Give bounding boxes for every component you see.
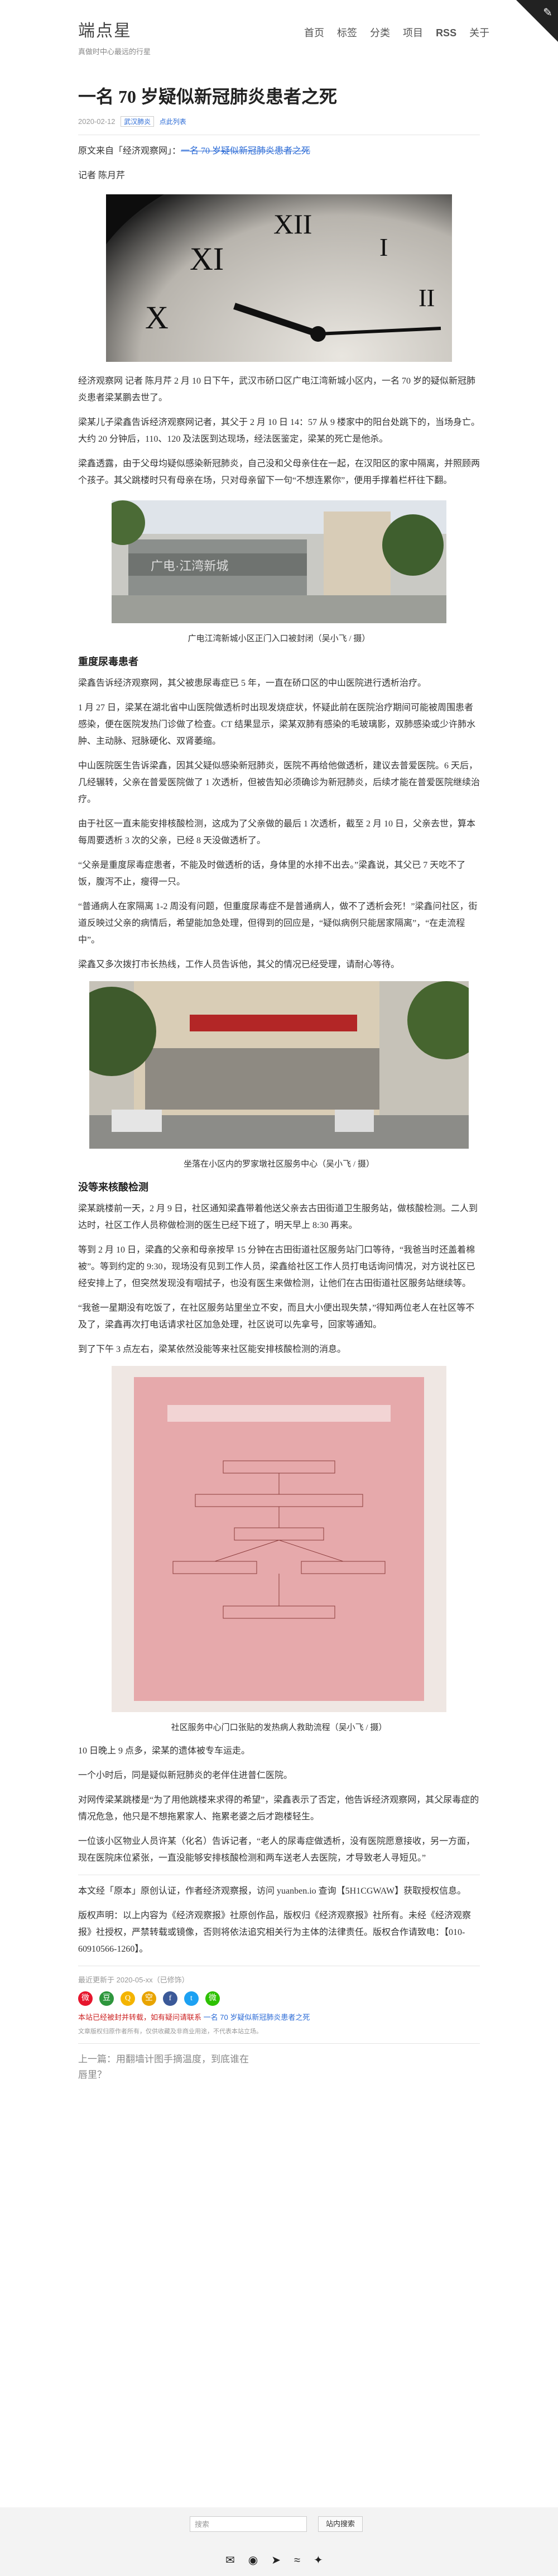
social-links: ✉ ◉ ➤ ≈ ✦ [219, 2553, 330, 2567]
prev-post-link[interactable]: 上一篇：用翻墙计图手摘温度，到底谁在唇里？ [78, 2052, 257, 2083]
community-center-photo [89, 981, 469, 1149]
article-paragraph: 一个小时后，同是疑似新冠肺炎的老伴住进普仁医院。 [78, 1771, 293, 1780]
article-paragraph: 等到 2 月 10 日，梁鑫的父亲和母亲按早 15 分钟在古田街道社区服务站门口… [78, 1245, 475, 1288]
article-paragraph: 经济观察网 记者 陈月芹 2 月 10 日下午，武汉市硚口区广电江湾新城小区内，… [78, 376, 476, 403]
post-date: 2020-02-12 [78, 117, 116, 126]
svg-text:广电·江湾新城: 广电·江湾新城 [151, 559, 228, 573]
article-paragraph: “普通病人在家隔离 1-2 周没有问题，但重度尿毒症不是普通病人，做不了透析会死… [78, 902, 478, 945]
nav-about[interactable]: 关于 [469, 27, 489, 39]
nav-rss[interactable]: RSS [436, 27, 456, 39]
douban-share-icon[interactable]: 豆 [99, 1991, 114, 2006]
search-button[interactable]: 站内搜索 [318, 2516, 363, 2532]
residential-gate-photo: 广电·江湾新城 [112, 500, 446, 623]
small-note: 文章版权归原作者所有，仅供收藏及非商业用途，不代表本站立场。 [78, 2028, 262, 2035]
share-bar: 微 豆 Q 空 f t 微 [78, 1991, 480, 2006]
author-line: 记者 陈月芹 [78, 171, 126, 180]
image-caption: 坐落在小区内的罗家墩社区服务中心（吴小飞 / 摄） [184, 1160, 374, 1169]
article-paragraph: 到了下午 3 点左右，梁某依然没能等来社区能安排核酸检测的消息。 [78, 1345, 347, 1354]
article-paragraph: “我爸一星期没有吃饭了，在社区服务站里坐立不安，而且大小便出现失禁，”得知两位老… [78, 1303, 475, 1330]
twitter-share-icon[interactable]: t [184, 1991, 199, 2006]
search-input[interactable]: 搜索 [190, 2516, 307, 2532]
article-paragraph: 梁某跳楼前一天，2 月 9 日，社区通知梁鑫带着他送父亲去古田街道卫生服务站，做… [78, 1204, 478, 1230]
twitter-icon[interactable]: ✦ [314, 2554, 323, 2567]
telegram-icon[interactable]: ➤ [271, 2554, 281, 2567]
share-note: 本站已经被封并转载，如有疑问请联系 一名 70 岁疑似新冠肺炎患者之死 [78, 2013, 310, 2021]
nav-projects[interactable]: 项目 [403, 27, 423, 39]
qq-share-icon[interactable]: Q [121, 1991, 135, 2006]
article-paragraph: 梁鑫告诉经济观察网，其父被患尿毒症已 5 年，一直在硚口区的中山医院进行透析治疗… [78, 678, 427, 688]
nav-tags[interactable]: 标签 [337, 27, 357, 39]
source-link[interactable]: 一名 70 岁疑似新冠肺炎患者之死 [181, 146, 310, 156]
github-icon[interactable]: ◉ [248, 2554, 258, 2567]
site-subtitle: 真做时中心最远的行星 [78, 47, 151, 56]
article-paragraph: 梁鑫又多次拨打市长热线，工作人员告诉他，其父的情况已经受理，请耐心等待。 [78, 960, 400, 969]
article-paragraph: 由于社区一直未能安排核酸检测，这成为了父亲做的最后 1 次透析，截至 2 月 1… [78, 819, 476, 845]
svg-text:XI: XI [190, 241, 224, 277]
article-paragraph: 对网传梁某跳楼是“为了用他跳楼来求得的希望”，梁鑫表示了否定，他告诉经济观察网，… [78, 1795, 479, 1822]
article-title: 一名 70 岁疑似新冠肺炎患者之死 [78, 87, 338, 107]
section-heading: 重度尿毒患者 [78, 656, 138, 667]
fork-icon[interactable]: ✎ [543, 6, 552, 20]
flowchart-poster-photo [112, 1366, 446, 1712]
copyright-paragraph: 版权声明：以上内容为《经济观察报》社原创作品，版权归《经济观察报》社所有。未经《… [78, 1911, 472, 1954]
article-paragraph: 梁某儿子梁鑫告诉经济观察网记者，其父于 2 月 10 日 14：57 从 9 楼… [78, 418, 480, 444]
nav-home[interactable]: 首页 [304, 27, 324, 39]
qzone-share-icon[interactable]: 空 [142, 1991, 156, 2006]
svg-text:II: II [419, 284, 435, 312]
article-paragraph: 一位该小区物业人员许某（化名）告诉记者，“老人的尿毒症做透析，没有医院愿意接收，… [78, 1837, 475, 1863]
article: 一名 70 岁疑似新冠肺炎患者之死 2020-02-12 武汉肺炎 点此列表 原… [78, 83, 480, 2083]
nav-categories[interactable]: 分类 [370, 27, 390, 39]
article-meta: 2020-02-12 武汉肺炎 点此列表 [78, 116, 480, 127]
last-updated: 最近更新于 2020-05-xx（已修饰） [78, 1976, 189, 1984]
source-line: 原文来自「经济观察网」：一名 70 岁疑似新冠肺炎患者之死 [78, 146, 311, 156]
main-nav: 首页 标签 分类 项目 RSS 关于 [304, 25, 499, 40]
facebook-share-icon[interactable]: f [163, 1991, 177, 2006]
source-link[interactable]: 一名 70 岁疑似新冠肺炎患者之死 [204, 2013, 310, 2021]
section-heading: 没等来核酸检测 [78, 1182, 148, 1193]
wechat-share-icon[interactable]: 微 [205, 1991, 220, 2006]
weibo-share-icon[interactable]: 微 [78, 1991, 93, 2006]
article-paragraph: 1 月 27 日，梁某在湖北省中山医院做透析时出现发烧症状，怀疑此前在医院治疗期… [78, 703, 476, 746]
svg-text:X: X [145, 299, 169, 336]
article-paragraph: “父亲是重度尿毒症患者，不能及时做透析的话，身体里的水排不出去。”梁鑫说，其父已… [78, 861, 466, 887]
email-icon[interactable]: ✉ [225, 2554, 235, 2567]
article-paragraph: 梁鑫透露，由于父母均疑似感染新冠肺炎，自己没和父母亲住在一起，在汉阳区的家中隔离… [78, 459, 480, 485]
clock-image: XI X XII I II [106, 194, 452, 362]
image-caption: 广电江湾新城小区正门入口被封闭（吴小飞 / 摄） [187, 634, 371, 643]
svg-text:XII: XII [273, 208, 312, 240]
notice-paragraph: 本文经「原本」原创认证，作者经济观察报，访问 yuanben.io 查询【5H1… [78, 1886, 466, 1896]
svg-text:I: I [379, 233, 388, 261]
article-paragraph: 10 日晚上 9 点多，梁某的遗体被专车运走。 [78, 1746, 251, 1756]
article-paragraph: 中山医院医生告诉梁鑫，因其父疑似感染新冠肺炎，医院不再给他做透析，建议去普爱医院… [78, 761, 480, 804]
tag-list-link[interactable]: 点此列表 [160, 118, 186, 126]
rss-icon[interactable]: ≈ [294, 2554, 300, 2567]
tag-badge[interactable]: 武汉肺炎 [121, 116, 155, 127]
image-caption: 社区服务中心门口张贴的发热病人救助流程（吴小飞 / 摄） [171, 1723, 387, 1732]
